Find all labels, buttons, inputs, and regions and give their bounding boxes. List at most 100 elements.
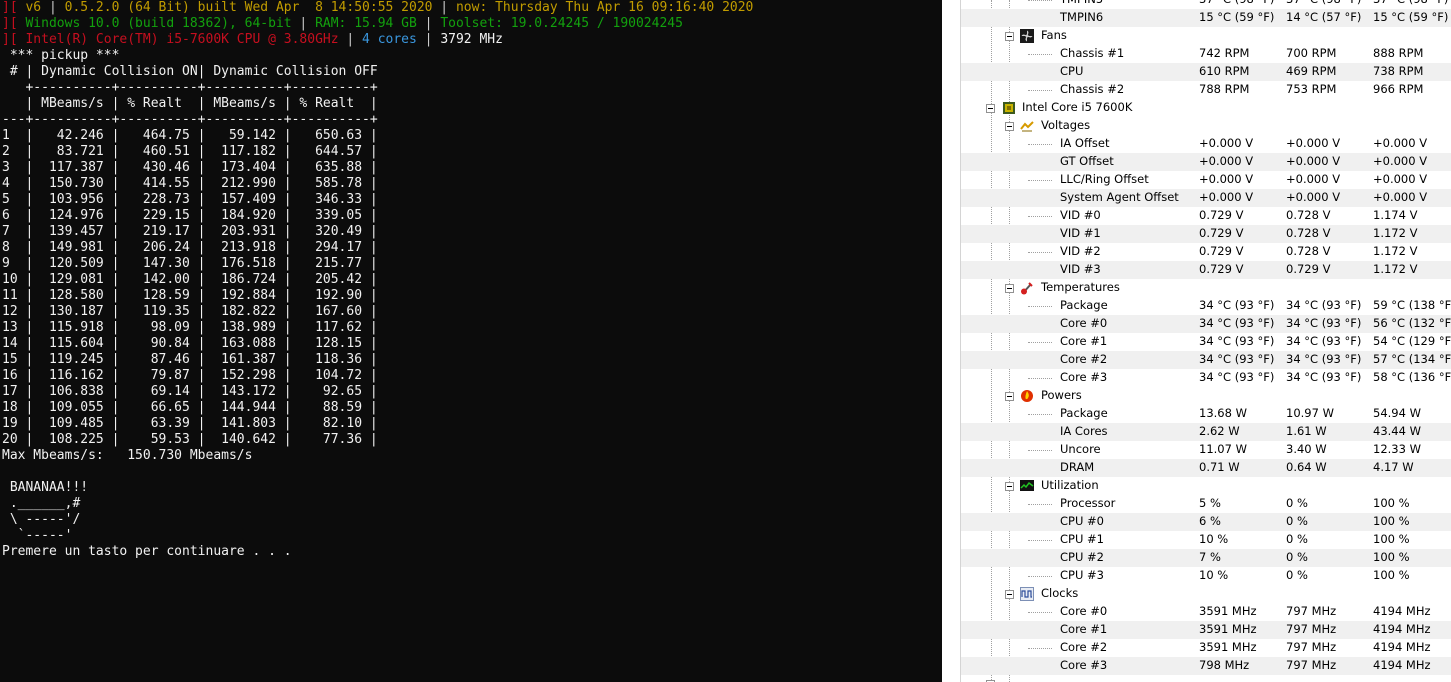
console-line: Max Mbeams/s: 150.730 Mbeams/s — [2, 448, 252, 464]
console-line: Premere un tasto per continuare . . . — [2, 544, 292, 560]
collapse-toggle-icon[interactable] — [1005, 392, 1014, 401]
sensor-value-minimum: 0 % — [1286, 532, 1308, 546]
console-text: +----------+----------+----------+------… — [2, 80, 378, 95]
sensor-value-maximum: 4194 MHz — [1373, 658, 1431, 672]
sensor-row[interactable]: Core #0 34 °C (93 °F) 34 °C (93 °F) 56 °C (… — [961, 315, 1451, 333]
console-line: BANANAA!!! — [2, 480, 88, 496]
sensor-row[interactable]: GT Offset +0.000 V +0.000 V +0.000 V — [961, 153, 1451, 171]
sensor-row[interactable]: CPU #0 6 % 0 % 100 % — [961, 513, 1451, 531]
sensor-row[interactable]: DRAM 0.71 W 0.64 W 4.17 W — [961, 459, 1451, 477]
console-text: 4 cores — [362, 32, 417, 47]
sensor-row[interactable]: LLC/Ring Offset +0.000 V +0.000 V +0.000 V — [961, 171, 1451, 189]
sensor-row[interactable]: TMPIN5 37 °C (98 °F) 37 °C (98 °F) 37 °C (9… — [961, 0, 1451, 9]
collapse-toggle-icon[interactable] — [1005, 482, 1014, 491]
sensor-group-row[interactable]: Fans — [961, 27, 1451, 45]
console-line: | MBeams/s | % Realt | MBeams/s | % Real… — [2, 96, 378, 112]
hwinfo-sensors-panel[interactable]: TMPIN5 37 °C (98 °F) 37 °C (98 °F) 37 °C (9… — [961, 0, 1451, 682]
sensor-label: VID #3 — [1060, 262, 1101, 276]
console-line: 2 | 83.721 | 460.51 | 117.182 | 644.57 | — [2, 144, 378, 160]
collapse-toggle-icon[interactable] — [986, 104, 995, 113]
sensor-value-maximum: +0.000 V — [1373, 154, 1428, 168]
sensor-label: TMPIN5 — [1060, 0, 1103, 6]
sensor-row[interactable]: Uncore 11.07 W 3.40 W 12.33 W — [961, 441, 1451, 459]
sensor-value-maximum: 37 °C (98 °F) — [1373, 0, 1448, 6]
device-row[interactable]: Intel Core i5 7600K — [961, 99, 1451, 117]
console-line: 5 | 103.956 | 228.73 | 157.409 | 346.33 … — [2, 192, 378, 208]
collapse-toggle-icon[interactable] — [1005, 284, 1014, 293]
sensor-value-current: 34 °C (93 °F) — [1199, 334, 1275, 348]
sensor-row[interactable]: CPU 610 RPM 469 RPM 738 RPM — [961, 63, 1451, 81]
sensor-row[interactable]: Chassis #1 742 RPM 700 RPM 888 RPM — [961, 45, 1451, 63]
sensor-row[interactable]: CPU #2 7 % 0 % 100 % — [961, 549, 1451, 567]
console-text: | MBeams/s | % Realt | MBeams/s | % Real… — [2, 96, 378, 111]
sensor-row[interactable]: Core #0 3591 MHz 797 MHz 4194 MHz — [961, 603, 1451, 621]
console-text: v6 — [25, 0, 42, 15]
sensor-row[interactable]: CPU #3 10 % 0 % 100 % — [961, 567, 1451, 585]
sensor-row[interactable]: Processor 5 % 0 % 100 % — [961, 495, 1451, 513]
sensor-row[interactable]: Core #2 3591 MHz 797 MHz 4194 MHz — [961, 639, 1451, 657]
console-line: 17 | 106.838 | 69.14 | 143.172 | 92.65 | — [2, 384, 378, 400]
sensor-group-row[interactable]: Powers — [961, 387, 1451, 405]
sensor-value-maximum: 54.94 W — [1373, 406, 1421, 420]
console-line: +----------+----------+----------+------… — [2, 80, 378, 96]
console-text: 6 | 124.976 | 229.15 | 184.920 | 339.05 … — [2, 208, 378, 223]
sensor-label: Core #2 — [1060, 352, 1108, 366]
sensor-value-maximum: 4194 MHz — [1373, 604, 1431, 618]
sensor-row[interactable]: Core #2 34 °C (93 °F) 34 °C (93 °F) 57 °C (… — [961, 351, 1451, 369]
sensor-value-maximum: 100 % — [1373, 496, 1410, 510]
sensor-row[interactable]: IA Cores 2.62 W 1.61 W 43.44 W — [961, 423, 1451, 441]
console-line: \ -----'/ — [2, 512, 80, 528]
sensor-group-row[interactable]: Utilization — [961, 477, 1451, 495]
sensor-row[interactable]: System Agent Offset +0.000 V +0.000 V +0.00… — [961, 189, 1451, 207]
sensor-value-minimum: 0 % — [1286, 550, 1308, 564]
console-text: `-----' — [2, 528, 73, 543]
console-line: 6 | 124.976 | 229.15 | 184.920 | 339.05 … — [2, 208, 378, 224]
sensor-row[interactable]: CPU #1 10 % 0 % 100 % — [961, 531, 1451, 549]
sensor-value-current: 13.68 W — [1199, 406, 1247, 420]
sensor-value-maximum: +0.000 V — [1373, 172, 1428, 186]
sensor-value-maximum: 4194 MHz — [1373, 640, 1431, 654]
sensor-row[interactable]: VID #2 0.729 V 0.728 V 1.172 V — [961, 243, 1451, 261]
sensor-value-minimum: 34 °C (93 °F) — [1286, 334, 1362, 348]
console-text: 8 | 149.981 | 206.24 | 213.918 | 294.17 … — [2, 240, 378, 255]
sensor-value-maximum: 56 °C (132 °F) — [1373, 316, 1451, 330]
sensor-value-minimum: 0 % — [1286, 568, 1308, 582]
sensor-value-current: 11.07 W — [1199, 442, 1247, 456]
sensor-label: IA Offset — [1060, 136, 1110, 150]
sensor-row[interactable]: Core #3 798 MHz 797 MHz 4194 MHz — [961, 657, 1451, 675]
sensor-row[interactable]: VID #3 0.729 V 0.729 V 1.172 V — [961, 261, 1451, 279]
collapse-toggle-icon[interactable] — [1005, 32, 1014, 41]
sensor-row[interactable]: VID #0 0.729 V 0.728 V 1.174 V — [961, 207, 1451, 225]
console-line: 4 | 150.730 | 414.55 | 212.990 | 585.78 … — [2, 176, 378, 192]
console-text: Intel(R) Core(TM) i5-7600K CPU @ 3.80GHz — [25, 32, 339, 47]
voltage-icon — [1020, 119, 1034, 133]
console-line: 18 | 109.055 | 66.65 | 144.944 | 88.59 | — [2, 400, 378, 416]
sensor-row[interactable]: Package 13.68 W 10.97 W 54.94 W — [961, 405, 1451, 423]
sensor-group-row[interactable]: Temperatures — [961, 279, 1451, 297]
console-text: Windows 10.0 (build 18362), 64-bit — [25, 16, 292, 31]
console-text: 9 | 120.509 | 147.30 | 176.518 | 215.77 … — [2, 256, 378, 271]
sensor-row[interactable]: IA Offset +0.000 V +0.000 V +0.000 V — [961, 135, 1451, 153]
fan-icon — [1020, 29, 1034, 43]
sensor-row[interactable]: Core #1 3591 MHz 797 MHz 4194 MHz — [961, 621, 1451, 639]
sensor-row[interactable]: VID #1 0.729 V 0.728 V 1.172 V — [961, 225, 1451, 243]
sensor-value-minimum: 34 °C (93 °F) — [1286, 298, 1362, 312]
sensor-label: Core #3 — [1060, 658, 1108, 672]
console-window[interactable]: ][ v6 | 0.5.2.0 (64 Bit) built Wed Apr 8… — [0, 0, 942, 682]
sensor-row[interactable]: TMPIN6 15 °C (59 °F) 14 °C (57 °F) 15 °C (5… — [961, 9, 1451, 27]
sensor-row[interactable]: Core #1 34 °C (93 °F) 34 °C (93 °F) 54 °C (… — [961, 333, 1451, 351]
sensor-value-minimum: 797 MHz — [1286, 640, 1337, 654]
sensor-value-minimum: 753 RPM — [1286, 82, 1337, 96]
sensor-group-row[interactable]: Voltages — [961, 117, 1451, 135]
sensor-value-maximum: 1.172 V — [1373, 262, 1418, 276]
sensor-value-maximum: 4194 MHz — [1373, 622, 1431, 636]
collapse-toggle-icon[interactable] — [1005, 590, 1014, 599]
sensor-label: Core #0 — [1060, 316, 1108, 330]
sensor-value-maximum: 57 °C (134 °F) — [1373, 352, 1451, 366]
sensor-row[interactable]: Package 34 °C (93 °F) 34 °C (93 °F) 59 °C (… — [961, 297, 1451, 315]
collapse-toggle-icon[interactable] — [1005, 122, 1014, 131]
sensor-value-current: 3591 MHz — [1199, 604, 1257, 618]
sensor-row[interactable]: Chassis #2 788 RPM 753 RPM 966 RPM — [961, 81, 1451, 99]
sensor-row[interactable]: Core #3 34 °C (93 °F) 34 °C (93 °F) 58 °C (… — [961, 369, 1451, 387]
sensor-group-row[interactable]: Clocks — [961, 585, 1451, 603]
